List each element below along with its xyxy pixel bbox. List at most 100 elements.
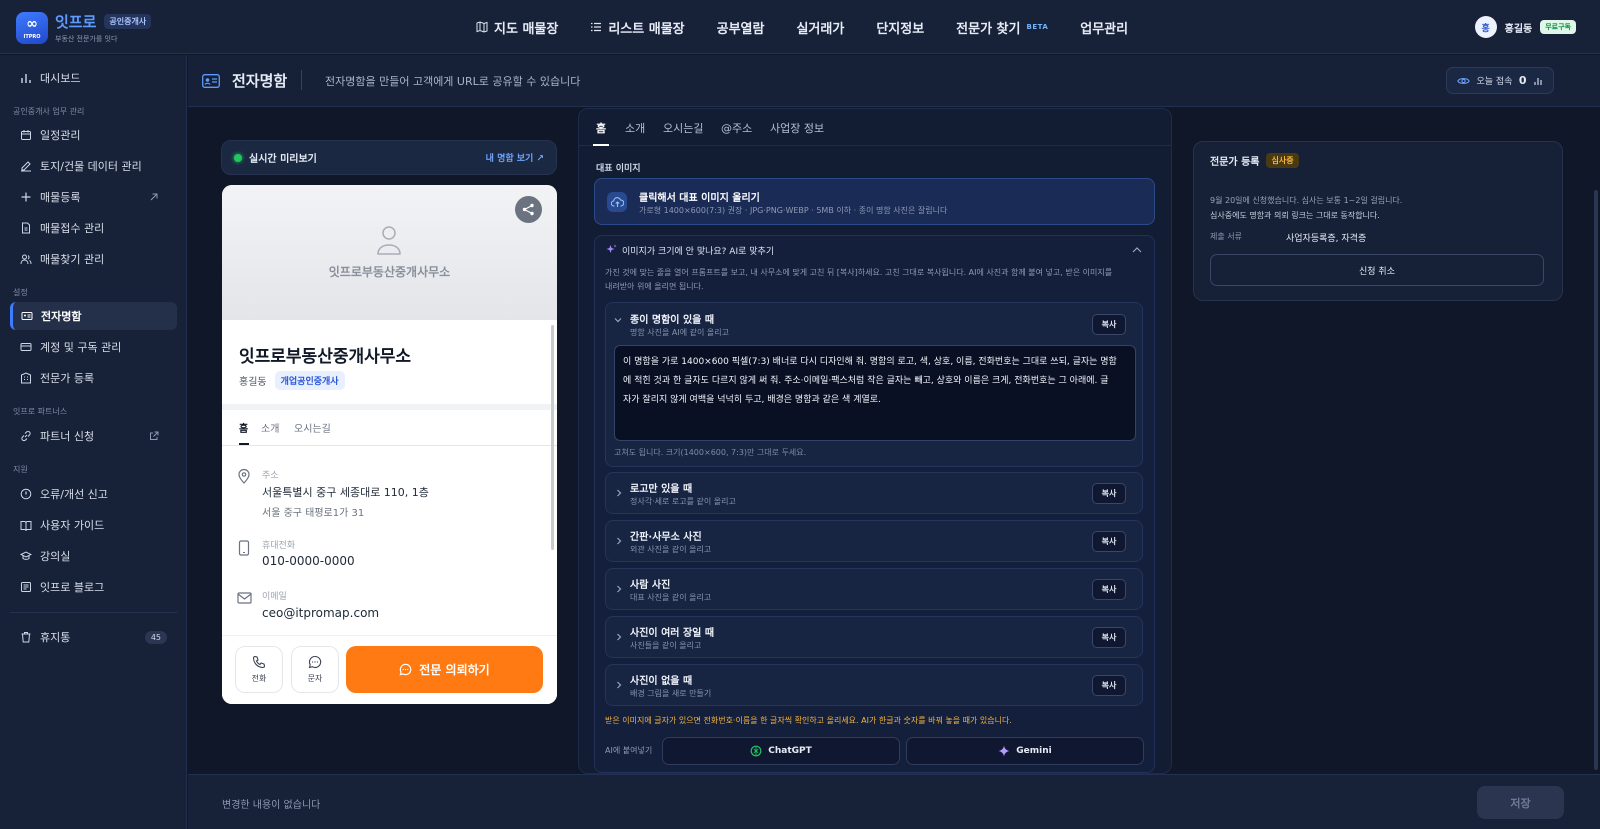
editor-tab-directions[interactable]: 오시는길 xyxy=(663,120,703,136)
sidebar-item-blog[interactable]: 잇프로 블로그 xyxy=(10,573,177,601)
chevron-up-icon[interactable] xyxy=(1132,246,1142,253)
preview-scrollbar[interactable] xyxy=(551,325,554,550)
paper-card-title: 종이 명함이 있을 때 xyxy=(630,315,715,326)
upload-cloud-icon xyxy=(607,192,627,212)
upload-title: 클릭해서 대표 이미지 올리기 xyxy=(639,193,760,204)
alert-circle-icon xyxy=(20,488,32,500)
editor-tab-address[interactable]: @주소 xyxy=(721,120,752,136)
sidebar-item-expert-register[interactable]: 전문가 등록 xyxy=(10,364,177,392)
prompt-edit-hint: 고쳐도 됩니다. 크기(1400×600, 7:3)만 그대로 두세요. xyxy=(614,448,807,457)
phone-icon xyxy=(252,655,266,669)
sparkles-icon xyxy=(606,244,617,253)
my-card-link[interactable]: 내 명함 보기 ↗ xyxy=(486,151,544,164)
id-card-icon xyxy=(21,312,33,320)
sidebar-item-report[interactable]: 오류/개선 신고 xyxy=(10,480,177,508)
address-label: 주소 xyxy=(262,471,279,481)
title-divider xyxy=(301,70,302,90)
rep-image-upload[interactable]: 클릭해서 대표 이미지 올리기 가로형 1400×600(7:3) 권장 · J… xyxy=(594,178,1155,225)
request-expert-button[interactable]: 전문 의뢰하기 xyxy=(346,646,543,693)
prompt-multiple-photos[interactable]: 사진이 여러 장일 때 사진들을 같이 올리고 복사 xyxy=(605,616,1143,658)
sidebar-item-guide[interactable]: 사용자 가이드 xyxy=(10,511,177,539)
nav-find-expert[interactable]: 전문가 찾기 BETA xyxy=(956,18,1048,37)
gemini-button[interactable]: Gemini xyxy=(906,737,1144,765)
chatgpt-button[interactable]: ChatGPT xyxy=(662,737,900,765)
page-header: 전자명함 전자명함을 만들어 고객에게 URL로 공유할 수 있습니다 오늘 접… xyxy=(188,55,1600,107)
brand-badge: 공인중개사 xyxy=(104,14,152,29)
calendar-icon xyxy=(21,130,31,140)
sidebar-section-work: 공인중개사 업무 관리 xyxy=(13,107,85,116)
brand-logo[interactable]: ∞ ITPRO xyxy=(16,12,48,44)
nav-list-listing[interactable]: 리스트 매물장 xyxy=(590,18,685,37)
submitted-docs-label: 제출 서류 xyxy=(1210,232,1242,241)
chevron-right-icon xyxy=(617,633,622,641)
call-button[interactable]: 전화 xyxy=(235,646,283,693)
prompt-person-photo[interactable]: 사람 사진 대표 사진을 같이 올리고 복사 xyxy=(605,568,1143,610)
save-button[interactable]: 저장 xyxy=(1477,786,1564,819)
copy-button[interactable]: 복사 xyxy=(1092,483,1126,504)
sidebar-item-bizcard[interactable]: 전자명함 xyxy=(10,302,177,330)
editor-tab-intro[interactable]: 소개 xyxy=(625,120,645,136)
address-line1: 서울특별시 중구 세종대로 110, 1층 xyxy=(262,486,429,499)
copy-button[interactable]: 복사 xyxy=(1092,314,1126,335)
live-preview-bar: 실시간 미리보기 내 명함 보기 ↗ xyxy=(221,140,557,175)
nav-map-listing[interactable]: 지도 매물장 xyxy=(476,18,558,37)
editor-active-tab-indicator xyxy=(593,144,609,146)
share-button[interactable] xyxy=(515,196,542,223)
graduation-cap-icon xyxy=(20,551,32,560)
cover-image: 잇프로부동산중개사무소 xyxy=(222,185,557,320)
nav-work-management[interactable]: 업무관리 xyxy=(1080,18,1128,37)
main-nav: 지도 매물장 리스트 매물장 공부열람 실거래가 단지정보 전문가 찾기 BET… xyxy=(476,18,1160,37)
copy-button[interactable]: 복사 xyxy=(1092,531,1126,552)
plan-badge: 무료구독 xyxy=(1540,20,1576,34)
sidebar-item-listing-reception[interactable]: 매물접수 관리 xyxy=(10,214,177,242)
page-scrollbar[interactable] xyxy=(1594,190,1598,770)
paper-card-sub: 명함 사진을 AI에 같이 올리고 xyxy=(630,328,729,337)
ai-fit-description: 가진 것에 맞는 줄을 열어 프롬프트를 보고, 내 사무소에 맞게 고친 뒤 … xyxy=(605,268,1113,291)
phone-value[interactable]: 010-0000-0000 xyxy=(262,554,355,568)
card-tab-directions[interactable]: 오시는길 xyxy=(294,420,331,435)
building-icon xyxy=(21,372,31,384)
sidebar-item-listing-register[interactable]: 매물등록 xyxy=(10,183,177,211)
prompt-textarea[interactable]: 이 명함을 가로 1400×600 픽셀(7:3) 배너로 다시 디자인해 줘.… xyxy=(614,345,1136,441)
users-icon xyxy=(20,254,32,265)
sidebar-item-account[interactable]: 계정 및 구독 관리 xyxy=(10,333,177,361)
ai-fit-title[interactable]: 이미지가 크기에 안 맞나요? AI로 맞추기 xyxy=(622,244,774,257)
cancel-application-button[interactable]: 신청 취소 xyxy=(1210,254,1544,286)
prompt-no-photo[interactable]: 사진이 없을 때 배경 그림을 새로 만들기 복사 xyxy=(605,664,1143,706)
live-preview-label: 실시간 미리보기 xyxy=(249,154,317,165)
copy-button[interactable]: 복사 xyxy=(1092,627,1126,648)
ai-paste-label: AI에 붙여넣기 xyxy=(605,746,653,755)
sidebar-item-dashboard[interactable]: 대시보드 xyxy=(10,64,177,92)
beta-badge: BETA xyxy=(1026,23,1049,31)
nav-complex-info[interactable]: 단지정보 xyxy=(876,18,924,37)
user-icon xyxy=(377,226,401,255)
copy-button[interactable]: 복사 xyxy=(1092,579,1126,600)
sidebar-item-land-data[interactable]: 토지/건물 데이터 관리 xyxy=(10,152,177,180)
prompt-sign-photo[interactable]: 간판·사무소 사진 외관 사진을 같이 올리고 복사 xyxy=(605,520,1143,562)
card-tab-home[interactable]: 홈 xyxy=(239,420,248,435)
user-menu[interactable]: 홍 홍길동 무료구독 xyxy=(1474,15,1576,39)
sidebar-item-listing-finding[interactable]: 매물찾기 관리 xyxy=(10,245,177,273)
nav-real-price[interactable]: 실거래가 xyxy=(796,18,844,37)
divider xyxy=(222,404,557,410)
chevron-down-icon[interactable] xyxy=(614,317,622,323)
submitted-docs-value: 사업자등록증, 자격증 xyxy=(1286,234,1367,244)
map-pin-icon xyxy=(238,468,250,484)
sidebar-item-lecture[interactable]: 강의실 xyxy=(10,542,177,570)
sidebar-item-trash[interactable]: 휴지통 45 xyxy=(10,623,177,651)
sidebar-item-schedule[interactable]: 일정관리 xyxy=(10,121,177,149)
sms-button[interactable]: 문자 xyxy=(291,646,339,693)
card-tab-intro[interactable]: 소개 xyxy=(261,420,279,435)
map-icon xyxy=(476,21,488,33)
page-title: 전자명함 xyxy=(232,72,288,90)
email-value[interactable]: ceo@itpromap.com xyxy=(262,606,379,620)
copy-button[interactable]: 복사 xyxy=(1092,675,1126,696)
today-visits[interactable]: 오늘 접속 0 xyxy=(1446,67,1554,94)
nav-records[interactable]: 공부열람 xyxy=(717,18,765,37)
sidebar-item-partner-apply[interactable]: 파트너 신청 xyxy=(10,422,177,450)
bar-chart-icon xyxy=(1534,77,1542,85)
prompt-paper-card: 종이 명함이 있을 때 명함 사진을 AI에 같이 올리고 복사 이 명함을 가… xyxy=(605,302,1143,467)
editor-tab-business[interactable]: 사업장 정보 xyxy=(770,120,824,136)
editor-tab-home[interactable]: 홈 xyxy=(596,120,606,136)
prompt-logo-only[interactable]: 로고만 있을 때 정사각·세로 로고를 같이 올리고 복사 xyxy=(605,472,1143,514)
